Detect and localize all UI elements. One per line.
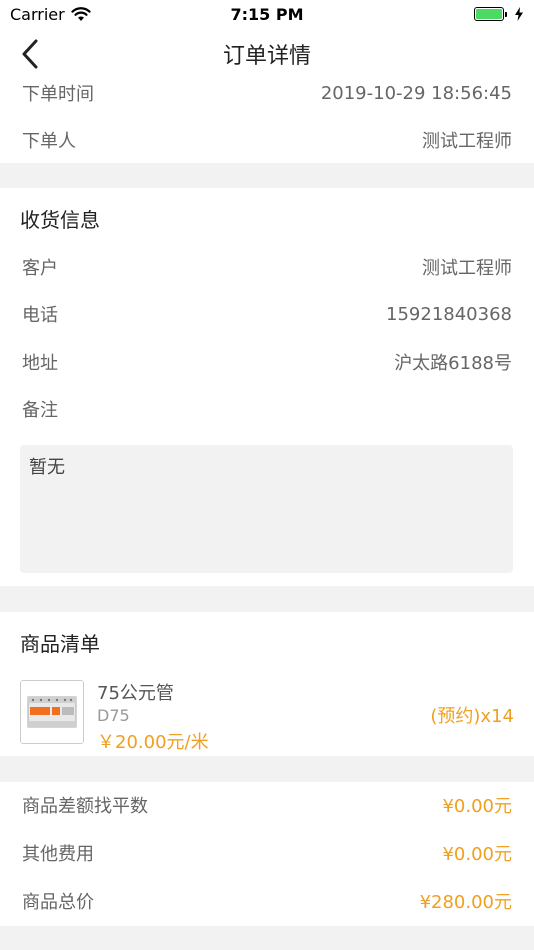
remark-box: 暂无 xyxy=(20,445,513,573)
other-fee-row: 其他费用 ¥0.00元 xyxy=(0,838,534,868)
battery-fill xyxy=(476,9,502,19)
order-user-label: 下单人 xyxy=(22,131,76,152)
phone-row: 电话 15921840368 xyxy=(0,299,534,329)
battery-icon xyxy=(474,7,507,21)
product-spec: D75 xyxy=(97,706,130,725)
remark-label: 备注 xyxy=(22,400,58,421)
totals-section: 商品差额找平数 ¥0.00元 其他费用 ¥0.00元 商品总价 ¥280.00元 xyxy=(0,782,534,926)
address-value: 沪太路6188号 xyxy=(394,353,512,374)
total-row: 商品总价 ¥280.00元 xyxy=(0,886,534,916)
total-value: ¥280.00元 xyxy=(419,892,512,913)
order-time-row: 下单时间 2019-10-29 18:56:45 xyxy=(0,78,534,108)
product-thumbnail xyxy=(20,680,84,744)
diff-row: 商品差额找平数 ¥0.00元 xyxy=(0,790,534,820)
other-fee-value: ¥0.00元 xyxy=(442,844,512,865)
product-price: ￥20.00元/米 xyxy=(97,732,209,753)
diff-value: ¥0.00元 xyxy=(442,796,512,817)
status-left: Carrier xyxy=(10,5,91,24)
shipping-info-section: 收货信息 客户 测试工程师 电话 15921840368 地址 沪太路6188号… xyxy=(0,188,534,586)
customer-row: 客户 测试工程师 xyxy=(0,252,534,282)
product-list-title: 商品清单 xyxy=(20,632,100,656)
order-user-value: 测试工程师 xyxy=(422,131,512,152)
total-label: 商品总价 xyxy=(22,892,94,913)
remark-row: 备注 xyxy=(0,394,534,424)
charging-icon xyxy=(515,7,523,21)
order-user-row: 下单人 测试工程师 xyxy=(0,125,534,155)
address-label: 地址 xyxy=(22,353,58,374)
back-button[interactable] xyxy=(14,38,46,70)
customer-label: 客户 xyxy=(22,258,58,279)
order-info-section: 下单时间 2019-10-29 18:56:45 下单人 测试工程师 xyxy=(0,80,534,163)
status-bar: Carrier 7:15 PM xyxy=(0,0,534,28)
phone-value[interactable]: 15921840368 xyxy=(386,304,512,325)
status-right xyxy=(474,7,524,21)
circuit-breaker-image xyxy=(21,681,83,743)
phone-label: 电话 xyxy=(22,305,58,326)
diff-label: 商品差额找平数 xyxy=(22,796,148,817)
wifi-icon xyxy=(71,6,91,21)
other-fee-label: 其他费用 xyxy=(22,844,94,865)
product-name: 75公元管 xyxy=(97,683,174,704)
back-chevron-icon xyxy=(22,39,38,69)
shipping-title: 收货信息 xyxy=(20,208,100,232)
customer-value: 测试工程师 xyxy=(422,258,512,279)
product-list-section: 商品清单 75公元管 D75 ￥20.00元/米 (预约)x14 xyxy=(0,612,534,756)
product-quantity: (预约)x14 xyxy=(430,706,514,727)
order-time-label: 下单时间 xyxy=(22,84,94,105)
page-title: 订单详情 xyxy=(222,44,311,69)
carrier-label: Carrier xyxy=(10,4,65,24)
order-time-value: 2019-10-29 18:56:45 xyxy=(320,82,512,104)
address-row: 地址 沪太路6188号 xyxy=(0,347,534,377)
navigation-bar: 订单详情 xyxy=(0,28,534,80)
